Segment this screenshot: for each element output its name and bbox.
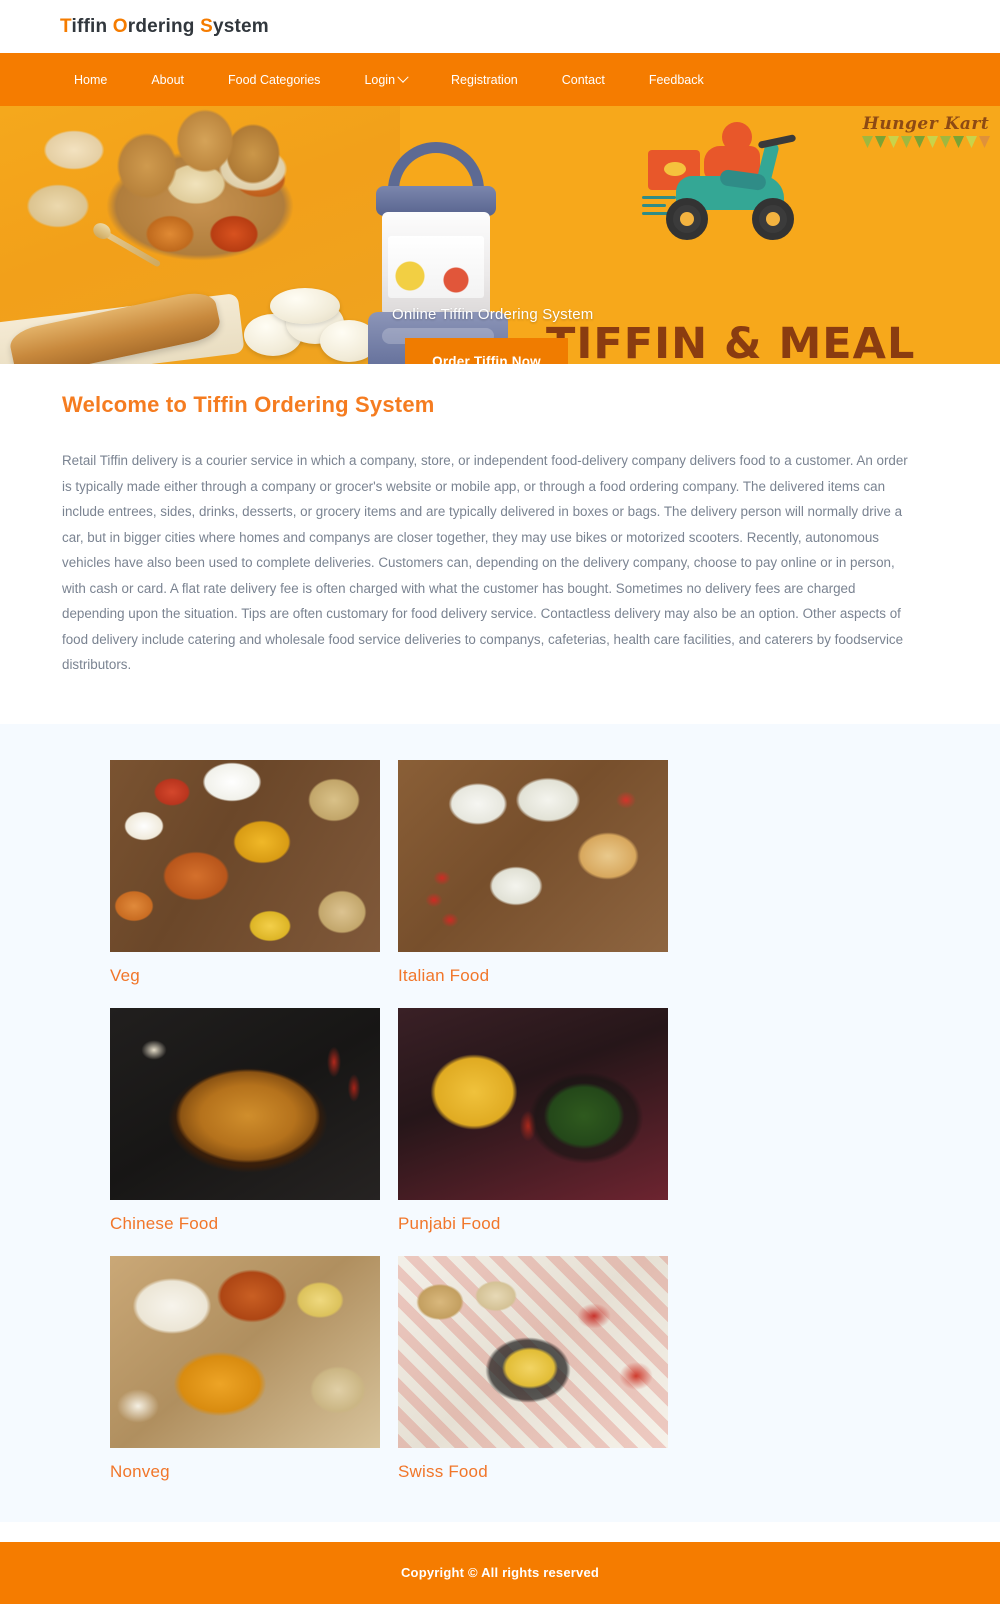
speed-line — [642, 204, 666, 207]
food-categories-section: Veg Italian Food Chinese Food Punjabi Fo… — [0, 723, 1000, 1522]
nav-label-registration: Registration — [451, 72, 518, 87]
nav-item-home[interactable]: Home — [74, 73, 107, 87]
category-image-nonveg[interactable] — [110, 1255, 380, 1448]
nav-label-login: Login — [364, 72, 396, 87]
bunting-flag — [862, 136, 873, 148]
tiffin-carrier-illustration — [358, 142, 518, 364]
footer-spacer — [0, 1521, 1000, 1542]
category-image-swiss-food[interactable] — [398, 1255, 668, 1448]
bunting-decoration — [862, 136, 990, 148]
logo-letter-o: O — [112, 15, 128, 37]
indian-thali-photo — [0, 106, 400, 364]
tiffin-label — [388, 236, 484, 298]
scooter-wheel — [666, 198, 708, 240]
category-card-italian-food[interactable]: Italian Food — [398, 759, 668, 986]
delivery-scooter-icon — [642, 122, 828, 244]
site-footer: Copyright © All rights reserved — [0, 1541, 1000, 1604]
category-card-veg[interactable]: Veg — [110, 759, 380, 986]
bunting-flag — [927, 136, 938, 148]
bunting-flag — [940, 136, 951, 148]
order-tiffin-now-button[interactable]: Order Tiffin Now — [405, 338, 568, 364]
logo-text-iffin: iffin — [71, 15, 113, 37]
idli-shape — [270, 288, 340, 324]
bunting-flag — [875, 136, 886, 148]
hero-background-artwork: Hunger Kart TIFFIN & MEAL SERVICES Eat B… — [0, 106, 1000, 364]
nav-label-feedback: Feedback — [648, 72, 704, 87]
category-label-italian-food[interactable]: Italian Food — [398, 966, 668, 986]
category-label-punjabi-food[interactable]: Punjabi Food — [398, 1214, 668, 1234]
category-label-swiss-food[interactable]: Swiss Food — [398, 1462, 668, 1482]
bunting-flag — [979, 136, 990, 148]
speed-line — [642, 196, 676, 199]
site-logo[interactable]: Tiffin Ordering System — [60, 16, 269, 38]
food-category-grid: Veg Italian Food Chinese Food Punjabi Fo… — [110, 759, 710, 1482]
main-navigation: Home About Food Categories Login Registr… — [0, 53, 1000, 106]
nav-item-about[interactable]: About — [151, 73, 184, 87]
nav-item-registration[interactable]: Registration — [451, 73, 518, 87]
hunger-kart-wordmark: Hunger Kart — [862, 114, 990, 134]
hunger-kart-brand-logo: Hunger Kart — [862, 114, 990, 148]
category-card-nonveg[interactable]: Nonveg — [110, 1255, 380, 1482]
welcome-heading: Welcome to Tiffin Ordering System — [62, 392, 435, 417]
copyright-text: Copyright © All rights reserved — [400, 1565, 600, 1580]
logo-text-ystem: ystem — [212, 15, 269, 37]
hero-banner: Hunger Kart TIFFIN & MEAL SERVICES Eat B… — [0, 106, 1000, 364]
spoon-icon — [102, 230, 162, 268]
category-label-veg[interactable]: Veg — [110, 966, 380, 986]
category-label-chinese-food[interactable]: Chinese Food — [110, 1214, 380, 1234]
bunting-flag — [953, 136, 964, 148]
bunting-flag — [888, 136, 899, 148]
nav-label-home: Home — [74, 72, 108, 87]
logo-text-rdering: rdering — [127, 15, 201, 37]
site-header: Tiffin Ordering System — [0, 0, 1000, 53]
category-image-veg[interactable] — [110, 759, 380, 952]
hero-caption: Online Tiffin Ordering System — [392, 306, 594, 323]
category-label-nonveg[interactable]: Nonveg — [110, 1462, 380, 1482]
welcome-section: Welcome to Tiffin Ordering System Retail… — [0, 364, 1000, 724]
category-card-chinese-food[interactable]: Chinese Food — [110, 1007, 380, 1234]
category-image-italian-food[interactable] — [398, 759, 668, 952]
category-image-punjabi-food[interactable] — [398, 1007, 668, 1200]
category-card-punjabi-food[interactable]: Punjabi Food — [398, 1007, 668, 1234]
nav-item-login[interactable]: Login — [364, 71, 409, 87]
nav-item-food-categories[interactable]: Food Categories — [228, 73, 320, 87]
banner-headline-line1: TIFFIN & MEAL — [546, 319, 916, 364]
logo-letter-s: S — [200, 15, 213, 37]
category-card-swiss-food[interactable]: Swiss Food — [398, 1255, 668, 1482]
bunting-flag — [966, 136, 977, 148]
nav-item-feedback[interactable]: Feedback — [649, 73, 704, 87]
nav-item-contact[interactable]: Contact — [562, 73, 605, 87]
nav-label-about: About — [151, 72, 185, 87]
chevron-down-icon — [397, 71, 409, 83]
welcome-body-text: Retail Tiffin delivery is a courier serv… — [62, 453, 908, 672]
bunting-flag — [901, 136, 912, 148]
nav-label-food-categories: Food Categories — [228, 72, 321, 87]
bunting-flag — [914, 136, 925, 148]
logo-letter-t: T — [60, 15, 72, 37]
category-image-chinese-food[interactable] — [110, 1007, 380, 1200]
nav-label-contact: Contact — [561, 72, 605, 87]
scooter-wheel — [752, 198, 794, 240]
